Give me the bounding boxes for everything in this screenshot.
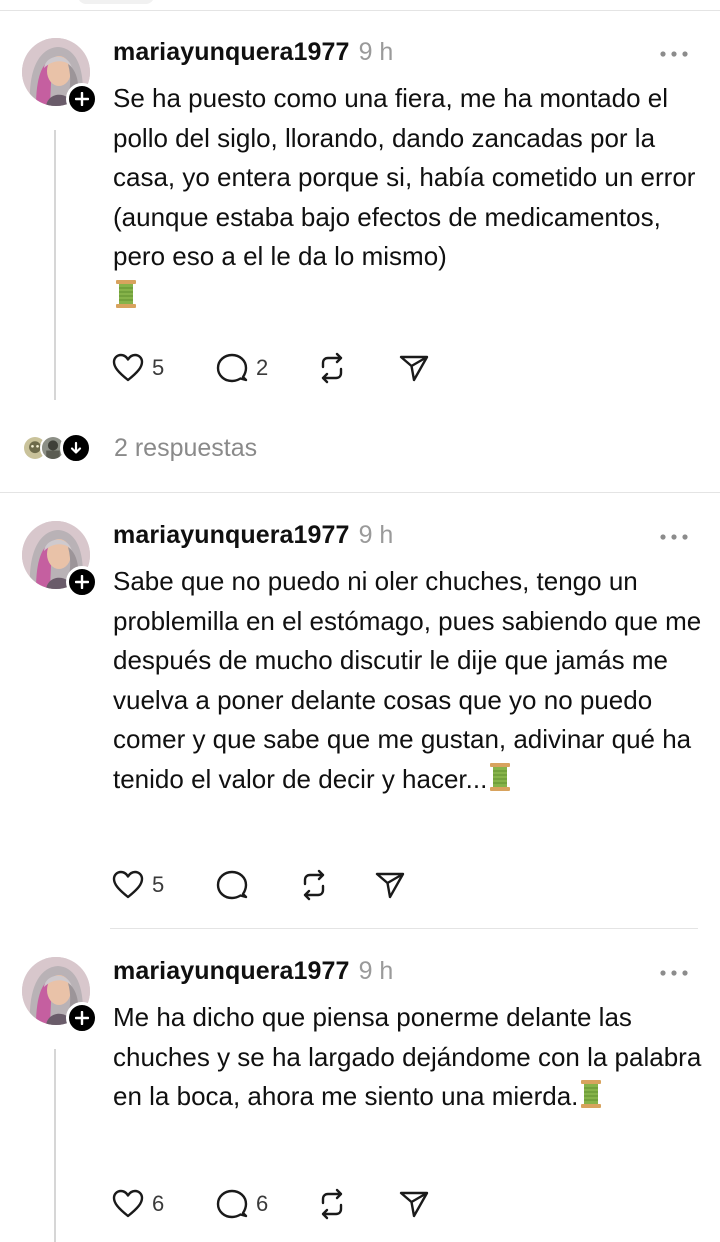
- timestamp: 9 h: [358, 521, 394, 549]
- thread-line: [54, 130, 56, 400]
- replies-summary[interactable]: 2 respuestas: [22, 428, 257, 468]
- divider: [110, 928, 698, 929]
- reply-button[interactable]: [214, 865, 256, 905]
- post-text-content: Sabe que no puedo ni oler chuches, tengo…: [113, 566, 709, 794]
- more-dots-icon: [660, 51, 688, 57]
- avatar[interactable]: [22, 521, 98, 598]
- share-button[interactable]: [396, 1184, 432, 1224]
- post-actions: 5 2: [110, 348, 450, 388]
- send-icon: [399, 355, 429, 382]
- timestamp: 9 h: [358, 957, 394, 985]
- heart-icon: [112, 1189, 144, 1218]
- more-options-button[interactable]: [655, 963, 693, 983]
- repost-icon: [321, 1188, 343, 1220]
- thread-line: [54, 1049, 56, 1242]
- thread-spool-emoji: [489, 762, 511, 792]
- post-actions: 6 6: [110, 1184, 450, 1224]
- post-3[interactable]: mariayunquera1977 9 h Me ha dicho que pi…: [0, 957, 720, 1242]
- follow-plus-icon[interactable]: [66, 566, 98, 598]
- follow-plus-icon[interactable]: [66, 1002, 98, 1034]
- post-text-content: Me ha dicho que piensa ponerme delante l…: [113, 1002, 709, 1112]
- top-card-remnant: [78, 0, 154, 4]
- threads-conversation: mariayunquera1977 9 h Se ha puesto como …: [0, 0, 720, 1242]
- more-options-button[interactable]: [655, 527, 693, 547]
- post-2[interactable]: mariayunquera1977 9 h Sabe que no puedo …: [0, 521, 720, 921]
- send-icon: [399, 1191, 429, 1218]
- post-1[interactable]: mariayunquera1977 9 h Se ha puesto como …: [0, 38, 720, 408]
- reply-avatars: [22, 430, 94, 466]
- replies-count-label[interactable]: 2 respuestas: [114, 434, 257, 463]
- username[interactable]: mariayunquera1977: [113, 957, 350, 986]
- heart-icon: [112, 870, 144, 899]
- post-header: mariayunquera1977 9 h: [113, 957, 393, 991]
- expand-replies-arrow-down-icon[interactable]: [60, 432, 92, 464]
- reply-count: 2: [256, 355, 269, 380]
- send-icon: [375, 872, 405, 899]
- repost-button[interactable]: [296, 865, 332, 905]
- share-button[interactable]: [396, 348, 432, 388]
- more-options-button[interactable]: [655, 44, 693, 64]
- divider: [0, 10, 720, 11]
- repost-button[interactable]: [314, 348, 350, 388]
- like-count: 6: [152, 1191, 165, 1216]
- follow-plus-icon[interactable]: [66, 83, 98, 115]
- like-count: 5: [152, 355, 165, 380]
- more-dots-icon: [660, 534, 688, 540]
- more-dots-icon: [660, 970, 688, 976]
- timestamp: 9 h: [358, 38, 394, 66]
- post-header: mariayunquera1977 9 h: [113, 38, 393, 72]
- like-count: 5: [152, 872, 165, 897]
- avatar[interactable]: [22, 957, 98, 1034]
- comment-bubble-icon: [216, 870, 248, 900]
- like-button[interactable]: 5: [110, 348, 164, 388]
- username[interactable]: mariayunquera1977: [113, 521, 350, 550]
- share-button[interactable]: [372, 865, 408, 905]
- like-button[interactable]: 6: [110, 1184, 164, 1224]
- repost-icon: [303, 869, 325, 901]
- heart-icon: [112, 353, 144, 382]
- repost-icon: [321, 352, 343, 384]
- repost-button[interactable]: [314, 1184, 350, 1224]
- avatar[interactable]: [22, 38, 98, 115]
- post-text-content: Se ha puesto como una fiera, me ha monta…: [113, 83, 703, 272]
- thread-spool-emoji: [115, 279, 137, 309]
- comment-bubble-icon: [216, 1189, 248, 1219]
- post-header: mariayunquera1977 9 h: [113, 521, 393, 555]
- comment-bubble-icon: [216, 353, 248, 383]
- thread-spool-emoji: [580, 1079, 602, 1109]
- divider: [0, 492, 720, 493]
- reply-count: 6: [256, 1191, 269, 1216]
- post-text: Sabe que no puedo ni oler chuches, tengo…: [113, 562, 703, 800]
- post-text: Se ha puesto como una fiera, me ha monta…: [113, 79, 703, 317]
- post-actions: 5: [110, 865, 450, 905]
- reply-button[interactable]: 2: [214, 348, 268, 388]
- like-button[interactable]: 5: [110, 865, 164, 905]
- post-text: Me ha dicho que piensa ponerme delante l…: [113, 998, 703, 1117]
- reply-button[interactable]: 6: [214, 1184, 268, 1224]
- username[interactable]: mariayunquera1977: [113, 38, 350, 67]
